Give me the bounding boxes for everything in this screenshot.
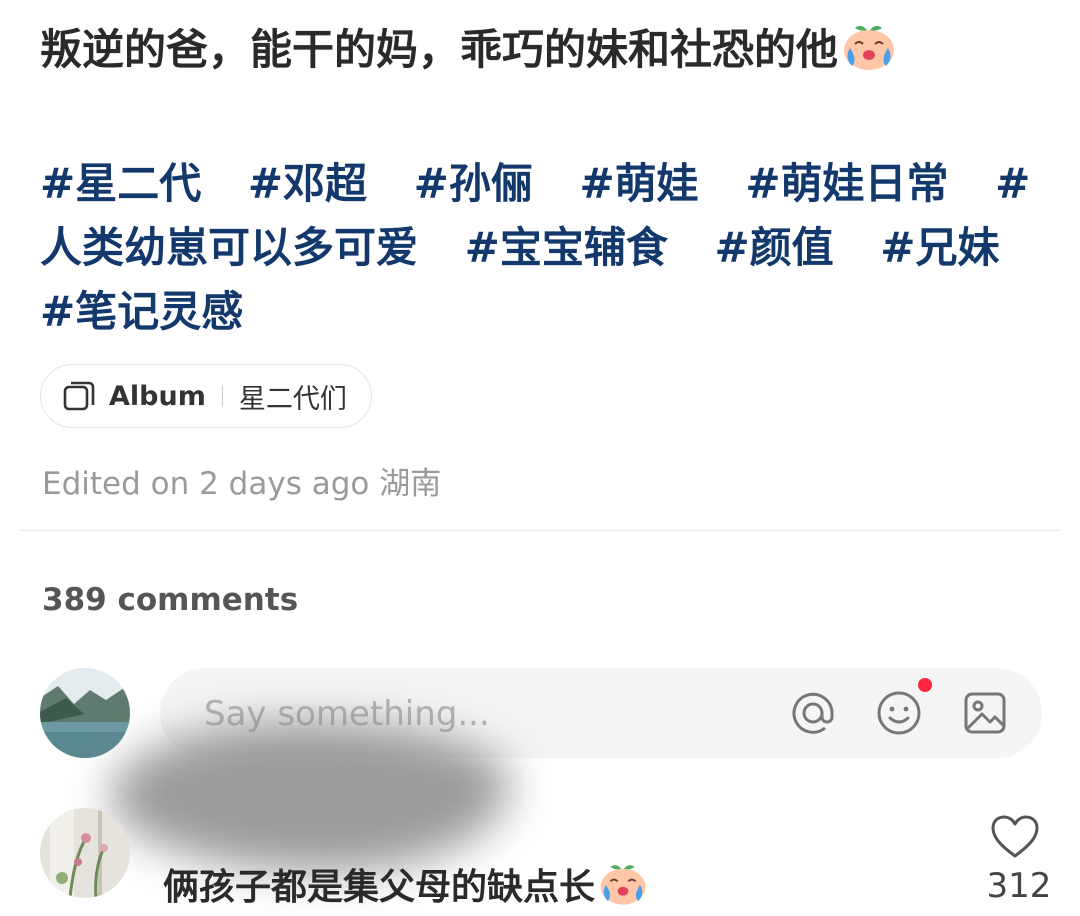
post-title: 叛逆的爸，能干的妈，乖巧的妹和社恐的他 bbox=[40, 20, 1050, 88]
image-icon bbox=[964, 692, 1006, 734]
edited-timestamp: Edited on 2 days ago 湖南 bbox=[42, 466, 442, 502]
at-mention-button[interactable] bbox=[788, 688, 838, 738]
at-icon bbox=[792, 692, 834, 734]
crying-peach-emoji-icon bbox=[840, 22, 898, 88]
hashtag-link[interactable]: #颜值 bbox=[714, 223, 833, 272]
hashtag-link[interactable]: #孙俪 bbox=[414, 159, 533, 208]
post-title-text: 叛逆的爸，能干的妈，乖巧的妹和社恐的他 bbox=[40, 25, 839, 74]
hashtag-link[interactable]: #星二代 bbox=[40, 159, 201, 208]
emoji-icon bbox=[877, 691, 921, 735]
hashtag-link[interactable]: #邓超 bbox=[248, 159, 367, 208]
notification-dot bbox=[918, 678, 932, 692]
album-chip[interactable]: Album 星二代们 bbox=[40, 364, 372, 428]
hashtag-link[interactable]: #萌娃日常 bbox=[745, 159, 948, 208]
hashtag-link[interactable]: #笔记灵感 bbox=[40, 287, 243, 336]
image-upload-button[interactable] bbox=[960, 688, 1010, 738]
album-name: 星二代们 bbox=[238, 383, 347, 415]
hashtag-link[interactable]: #宝宝辅食 bbox=[465, 223, 668, 272]
like-button[interactable] bbox=[990, 814, 1040, 860]
hashtag-link[interactable]: #兄妹 bbox=[880, 223, 999, 272]
crying-peach-emoji-icon bbox=[597, 861, 649, 916]
comment-text: 俩孩子都是集父母的缺点长 bbox=[163, 858, 649, 916]
album-label: Album bbox=[109, 380, 206, 412]
divider bbox=[20, 530, 1060, 531]
album-separator bbox=[221, 385, 223, 407]
album-icon bbox=[63, 381, 95, 411]
hashtag-link[interactable]: #萌娃 bbox=[579, 159, 698, 208]
redacted-username-scribble bbox=[110, 722, 510, 872]
user-avatar[interactable] bbox=[40, 668, 130, 758]
comments-count: 389 comments bbox=[42, 582, 299, 618]
hashtag-list: #星二代 #邓超 #孙俪 #萌娃 #萌娃日常 #人类幼崽可以多可爱 #宝宝辅食 … bbox=[40, 152, 1040, 344]
emoji-button[interactable] bbox=[874, 688, 924, 738]
commenter-avatar[interactable] bbox=[40, 808, 130, 898]
like-count: 312 bbox=[986, 866, 1052, 906]
comment-body: 俩孩子都是集父母的缺点长 bbox=[163, 867, 596, 908]
heart-icon bbox=[991, 815, 1039, 858]
